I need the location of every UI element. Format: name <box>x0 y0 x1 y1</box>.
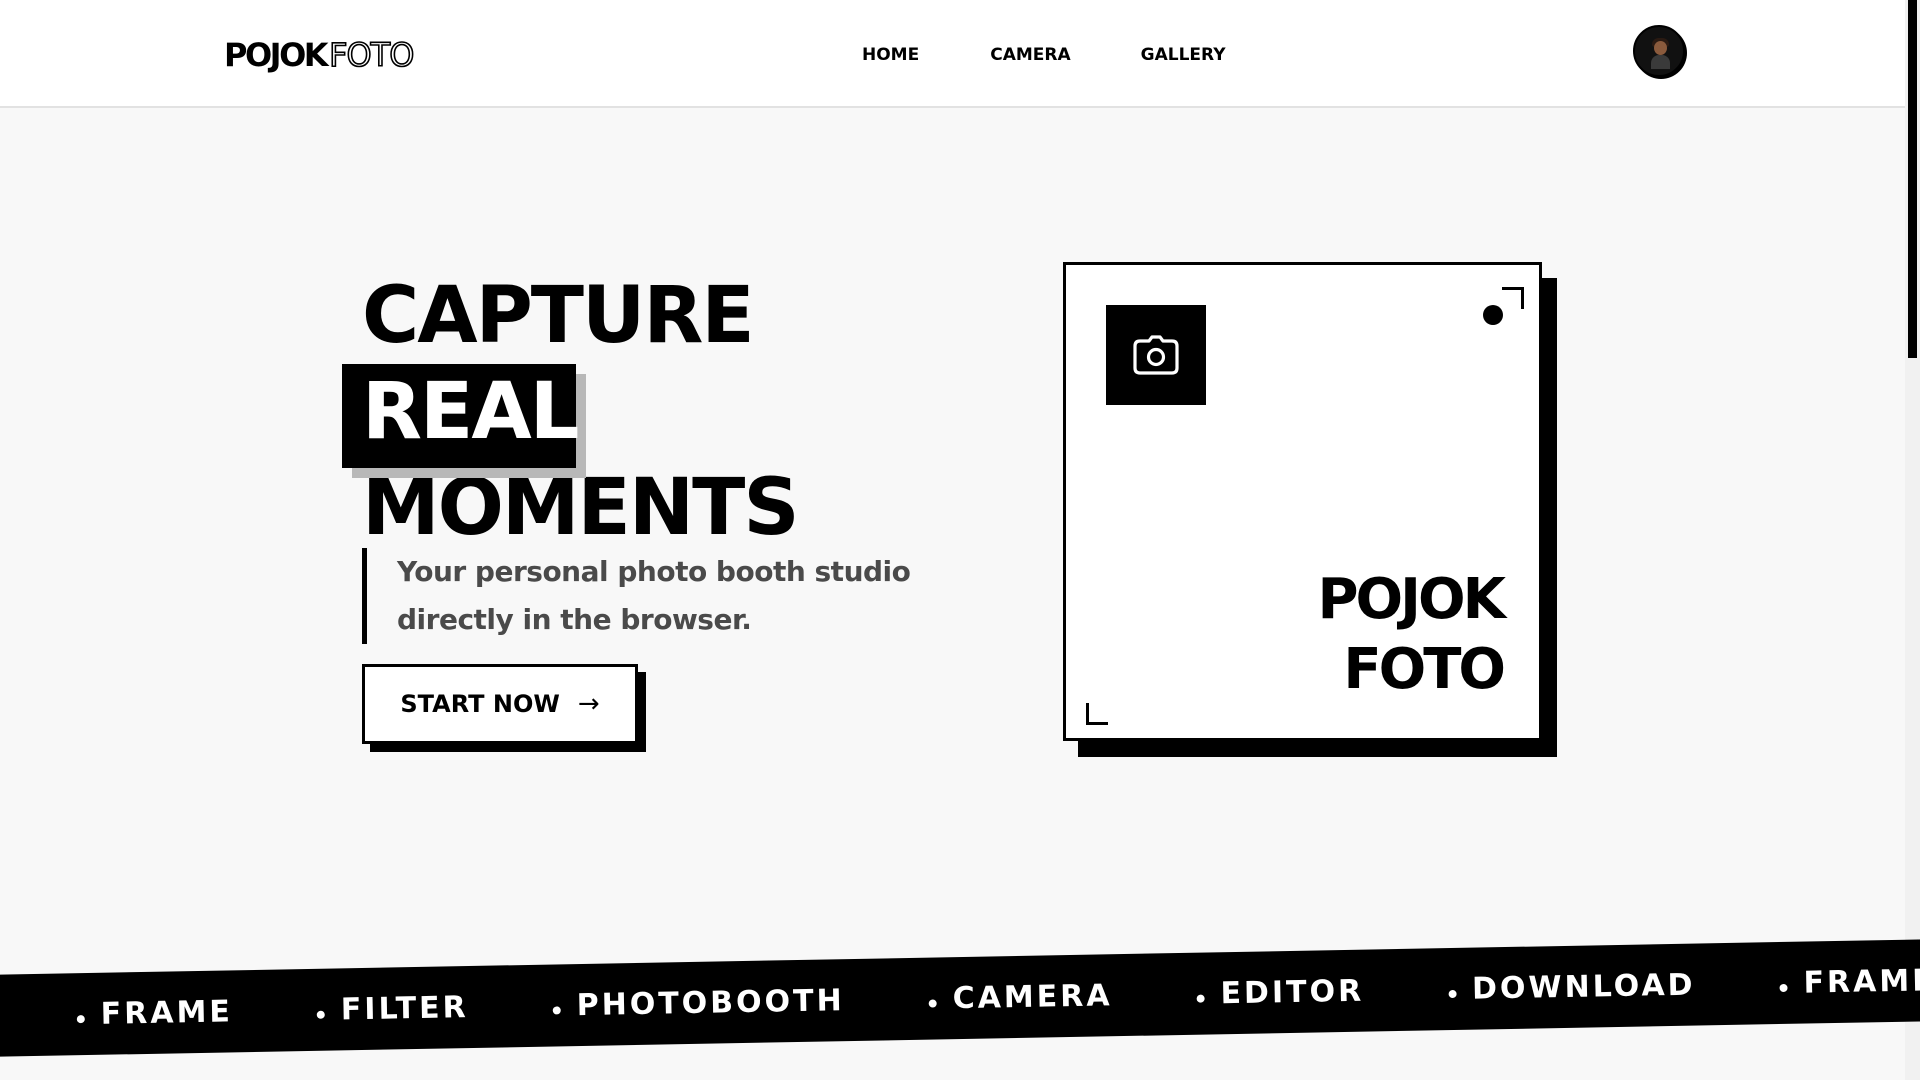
highlight-block: REAL <box>342 364 586 478</box>
bullet-icon <box>1779 983 1788 993</box>
scrollbar-thumb[interactable] <box>1908 0 1917 358</box>
marquee-item: FRAME <box>1779 961 1920 1004</box>
record-dot <box>1483 305 1503 325</box>
hero-title-line-2: REAL <box>342 364 798 478</box>
marquee-item: CAMERA <box>928 976 1113 1019</box>
main-nav: HOME CAMERA GALLERY <box>862 43 1226 67</box>
marquee-item: FRAME <box>76 992 233 1035</box>
bullet-icon <box>928 999 937 1008</box>
avatar-body <box>1651 55 1670 69</box>
marquee-track: FRAME FILTER PHOTOBOOTH CAMERA EDITOR DO… <box>76 961 1920 1035</box>
marquee-item-label: FRAME <box>100 994 234 1032</box>
highlight-text: REAL <box>362 367 579 457</box>
marquee-item-label: CAMERA <box>952 978 1113 1017</box>
card-brand-line-2: FOTO <box>1343 637 1506 702</box>
bullet-icon <box>552 1006 561 1015</box>
corner-bracket-top-right <box>1502 287 1524 309</box>
marquee-item-label: PHOTOBOOTH <box>576 983 845 1024</box>
camera-button[interactable] <box>1106 305 1206 405</box>
marquee-item: EDITOR <box>1196 972 1364 1015</box>
corner-bracket-bottom-left <box>1086 703 1108 725</box>
feature-marquee: FRAME FILTER PHOTOBOOTH CAMERA EDITOR DO… <box>0 939 1920 1057</box>
hero-title-line-1: CAPTURE <box>362 271 755 361</box>
nav-link-home[interactable]: HOME <box>862 43 919 67</box>
preview-card: POJOK FOTO <box>1063 262 1542 741</box>
start-now-label: START NOW <box>400 690 560 718</box>
site-logo[interactable]: POJOK FOTO <box>224 36 415 74</box>
hero-subtitle: Your personal photo booth studio directl… <box>362 548 922 644</box>
start-now-button[interactable]: START NOW → <box>362 664 638 744</box>
top-navbar: POJOK FOTO HOME CAMERA GALLERY <box>0 0 1905 108</box>
marquee-item: FILTER <box>316 988 470 1031</box>
card-brand-line-1: POJOK <box>1317 567 1506 632</box>
marquee-item-label: DOWNLOAD <box>1471 967 1696 1007</box>
marquee-item: DOWNLOAD <box>1448 966 1696 1011</box>
marquee-item-label: FILTER <box>340 990 470 1028</box>
nav-link-camera[interactable]: CAMERA <box>990 43 1070 67</box>
bullet-icon <box>316 1010 326 1019</box>
marquee-item-label: EDITOR <box>1220 973 1365 1012</box>
arrow-right-icon: → <box>577 689 600 719</box>
hero-title: CAPTURE REAL MOMENTS <box>342 268 799 556</box>
logo-text-outline: FOTO <box>328 36 415 74</box>
card-brand-text: POJOK FOTO <box>1317 565 1506 705</box>
bullet-icon <box>1196 994 1205 1003</box>
nav-link-gallery[interactable]: GALLERY <box>1141 43 1226 67</box>
logo-text-solid: POJOK <box>224 36 329 74</box>
user-avatar[interactable] <box>1633 25 1685 77</box>
marquee-item: PHOTOBOOTH <box>552 981 845 1026</box>
camera-icon <box>1133 335 1179 375</box>
bullet-icon <box>76 1015 85 1024</box>
avatar-face <box>1654 41 1667 55</box>
marquee-item-label: FRAME <box>1803 963 1920 1001</box>
bullet-icon <box>1448 989 1457 999</box>
